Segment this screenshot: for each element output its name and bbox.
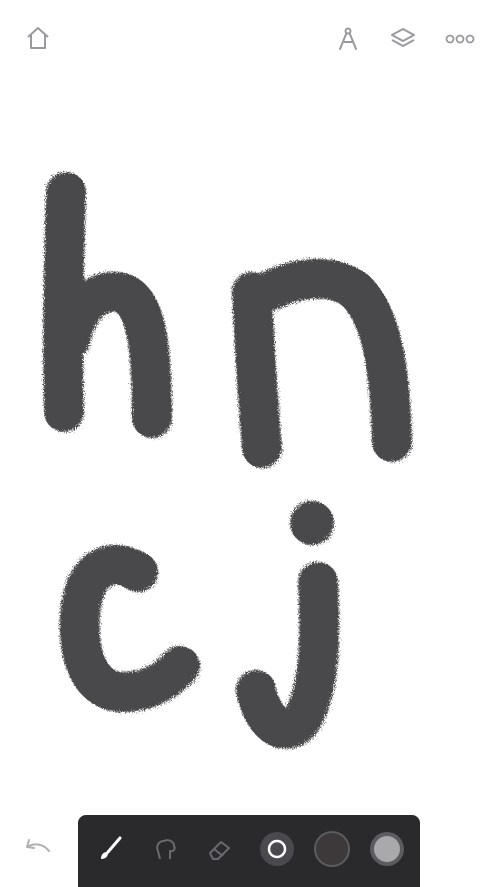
brush-icon [101,836,122,859]
opacity-button[interactable] [366,828,408,870]
brush-size-button[interactable] [256,828,298,870]
letter-h-stroke [43,172,172,438]
top-bar [0,0,498,80]
letter-c-stroke [59,544,200,712]
opacity-icon [370,832,404,866]
undo-button[interactable] [20,832,56,868]
layers-icon [391,28,415,47]
more-icon [445,34,475,44]
letter-n-stroke [232,258,412,468]
home-button[interactable] [20,20,56,56]
drawing-canvas[interactable] [0,80,498,805]
color-picker-button[interactable] [311,828,353,870]
more-button[interactable] [442,21,478,57]
drawing-app [0,0,498,887]
brush-size-icon [260,832,294,866]
smudge-icon [156,839,176,860]
bottom-toolbar [78,815,420,887]
eraser-icon [209,841,230,860]
letter-j-dot [290,501,334,545]
undo-icon [26,839,50,852]
letter-j-stroke [236,562,340,749]
brush-tool-button[interactable] [90,829,130,869]
smudge-tool-button[interactable] [146,829,186,869]
layers-button[interactable] [385,21,421,57]
color-swatch-icon [314,831,350,867]
ruler-button[interactable] [330,21,366,57]
home-icon [27,27,49,49]
eraser-tool-button[interactable] [200,829,240,869]
ruler-compass-icon [339,27,357,50]
